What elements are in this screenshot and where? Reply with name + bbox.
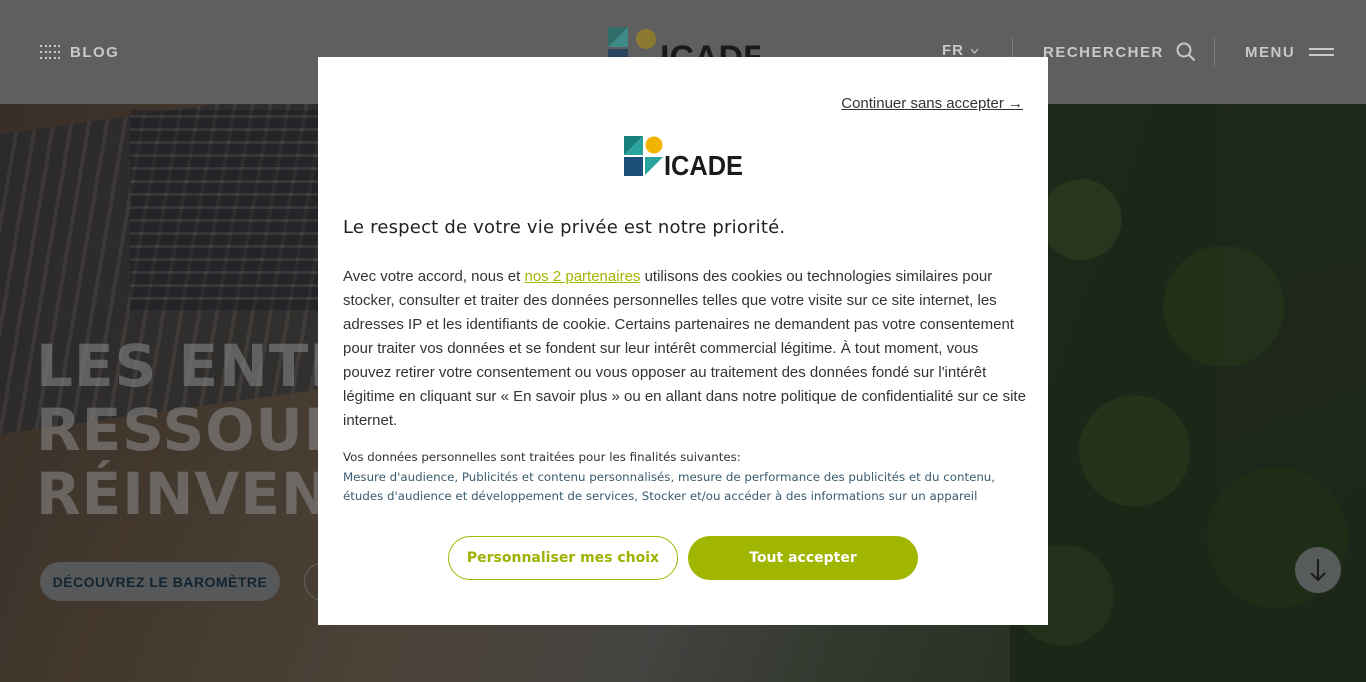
grid-dots-icon [40,45,60,59]
menu-button[interactable]: MENU [1245,40,1335,64]
header-logo[interactable]: ICADE [608,27,760,57]
menu-label: MENU [1245,43,1296,61]
body-text-start: Avec votre accord, nous et [343,268,525,285]
cookie-consent-dialog: Continuer sans accepter → ICADE Le respe… [318,57,1048,625]
customize-choices-button[interactable]: Personnaliser mes choix [448,536,678,580]
dialog-body: Avec votre accord, nous et nos 2 partena… [343,265,1027,433]
header-divider [1214,37,1215,67]
modal-logo: ICADE [624,136,744,181]
search-button[interactable]: RECHERCHER [1043,40,1196,64]
blog-label: BLOG [70,43,120,61]
icade-logo-icon: ICADE [608,27,760,57]
purposes-intro: Vos données personnelles sont traitées p… [343,450,741,464]
blog-link[interactable]: BLOG [40,40,119,64]
body-text-rest: utilisons des cookies ou technologies si… [343,268,1026,429]
svg-text:ICADE: ICADE [660,39,760,57]
continue-without-accepting-link[interactable]: Continuer sans accepter → [841,95,1023,112]
search-icon [1176,42,1196,62]
icade-logo-icon: ICADE [624,136,743,181]
chevron-down-icon [970,48,979,54]
partners-link[interactable]: nos 2 partenaires [525,268,641,285]
dialog-title: Le respect de votre vie privée est notre… [343,217,786,238]
logo-text: ICADE [664,150,743,176]
accept-all-button[interactable]: Tout accepter [688,536,918,580]
hamburger-icon [1309,48,1335,56]
search-label: RECHERCHER [1043,43,1164,61]
purposes-list: Mesure d'audience, Publicités et contenu… [343,470,996,503]
